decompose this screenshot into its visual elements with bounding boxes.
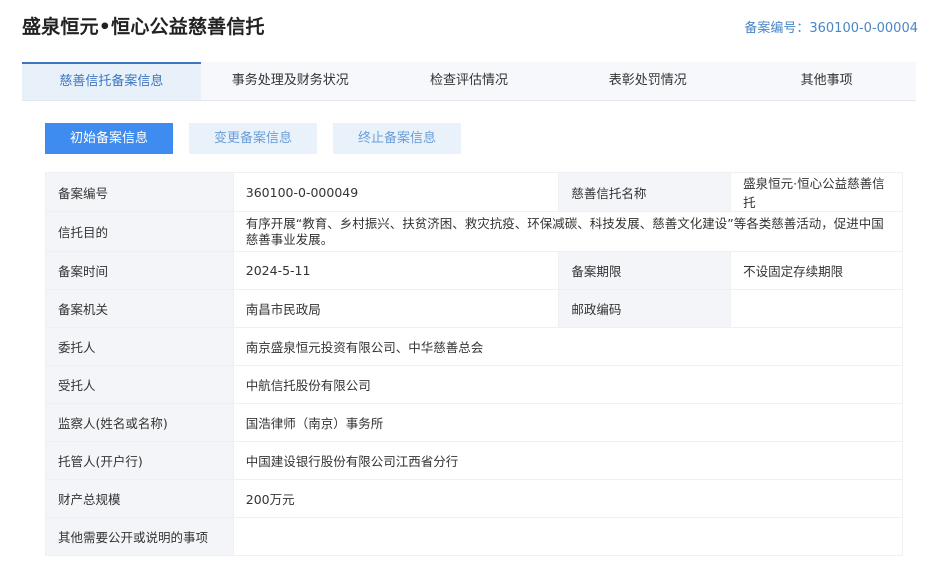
postal-code-label: 邮政编码 <box>558 289 732 328</box>
supervisor-label: 监察人(姓名或名称) <box>45 403 234 442</box>
subtab-termination-record[interactable]: 终止备案信息 <box>333 123 461 154</box>
other-matters-label: 其他需要公开或说明的事项 <box>45 517 234 556</box>
settlor-value: 南京盛泉恒元投资有限公司、中华慈善总会 <box>232 327 904 366</box>
table-row: 委托人 南京盛泉恒元投资有限公司、中华慈善总会 <box>45 327 904 366</box>
record-time-label: 备案时间 <box>45 251 234 290</box>
table-row: 备案机关 南昌市民政局 邮政编码 <box>45 289 903 328</box>
record-period-label: 备案期限 <box>558 251 732 290</box>
table-row: 财产总规模 200万元 <box>45 479 904 518</box>
record-info-table: 备案编号 360100-0-000049 慈善信托名称 盛泉恒元·恒心公益慈善信… <box>45 172 904 556</box>
record-period-value: 不设固定存续期限 <box>730 251 903 290</box>
record-org-label: 备案机关 <box>45 289 234 328</box>
custodian-value: 中国建设银行股份有限公司江西省分行 <box>232 441 904 480</box>
record-no-value: 360100-0-000049 <box>232 172 560 212</box>
trustee-label: 受托人 <box>45 365 234 404</box>
trust-name-label: 慈善信托名称 <box>558 172 732 212</box>
postal-code-value <box>730 289 903 328</box>
header-record-number: 备案编号：360100-0-00004 <box>744 21 918 36</box>
purpose-value: 有序开展“教育、乡村振兴、扶贫济困、救灾抗疫、环保减碳、科技发展、慈善文化建设”… <box>232 211 904 252</box>
settlor-label: 委托人 <box>45 327 234 366</box>
assets-label: 财产总规模 <box>45 479 234 518</box>
tab-inspection[interactable]: 检查评估情况 <box>380 62 559 100</box>
table-row: 其他需要公开或说明的事项 <box>45 517 904 556</box>
tab-awards-penalties[interactable]: 表彰处罚情况 <box>558 62 737 100</box>
record-no-label: 备案编号 <box>45 172 234 212</box>
subtab-initial-record[interactable]: 初始备案信息 <box>45 123 173 154</box>
tab-record-info[interactable]: 慈善信托备案信息 <box>22 62 201 100</box>
assets-value: 200万元 <box>232 479 904 518</box>
supervisor-value: 国浩律师（南京）事务所 <box>232 403 904 442</box>
tab-affairs-finance[interactable]: 事务处理及财务状况 <box>201 62 380 100</box>
trust-name-value: 盛泉恒元·恒心公益慈善信托 <box>730 172 903 212</box>
table-row: 备案时间 2024-5-11 备案期限 不设固定存续期限 <box>45 251 903 290</box>
main-tabs: 慈善信托备案信息 事务处理及财务状况 检查评估情况 表彰处罚情况 其他事项 <box>22 62 916 101</box>
table-row: 托管人(开户行) 中国建设银行股份有限公司江西省分行 <box>45 441 904 480</box>
other-matters-value <box>232 517 904 556</box>
table-row: 受托人 中航信托股份有限公司 <box>45 365 904 404</box>
purpose-label: 信托目的 <box>45 211 234 252</box>
page-title: 盛泉恒元•恒心公益慈善信托 <box>22 16 265 38</box>
table-row: 备案编号 360100-0-000049 慈善信托名称 盛泉恒元·恒心公益慈善信… <box>45 172 903 212</box>
table-row: 信托目的 有序开展“教育、乡村振兴、扶贫济困、救灾抗疫、环保减碳、科技发展、慈善… <box>45 211 904 252</box>
page-header: 盛泉恒元•恒心公益慈善信托 备案编号：360100-0-00004 <box>0 0 948 52</box>
record-time-value: 2024-5-11 <box>232 251 560 290</box>
record-org-value: 南昌市民政局 <box>232 289 560 328</box>
subtab-change-record[interactable]: 变更备案信息 <box>189 123 317 154</box>
tab-other-matters[interactable]: 其他事项 <box>737 62 916 100</box>
table-row: 监察人(姓名或名称) 国浩律师（南京）事务所 <box>45 403 904 442</box>
custodian-label: 托管人(开户行) <box>45 441 234 480</box>
trustee-value: 中航信托股份有限公司 <box>232 365 904 404</box>
sub-tabs: 初始备案信息 变更备案信息 终止备案信息 <box>45 123 461 154</box>
